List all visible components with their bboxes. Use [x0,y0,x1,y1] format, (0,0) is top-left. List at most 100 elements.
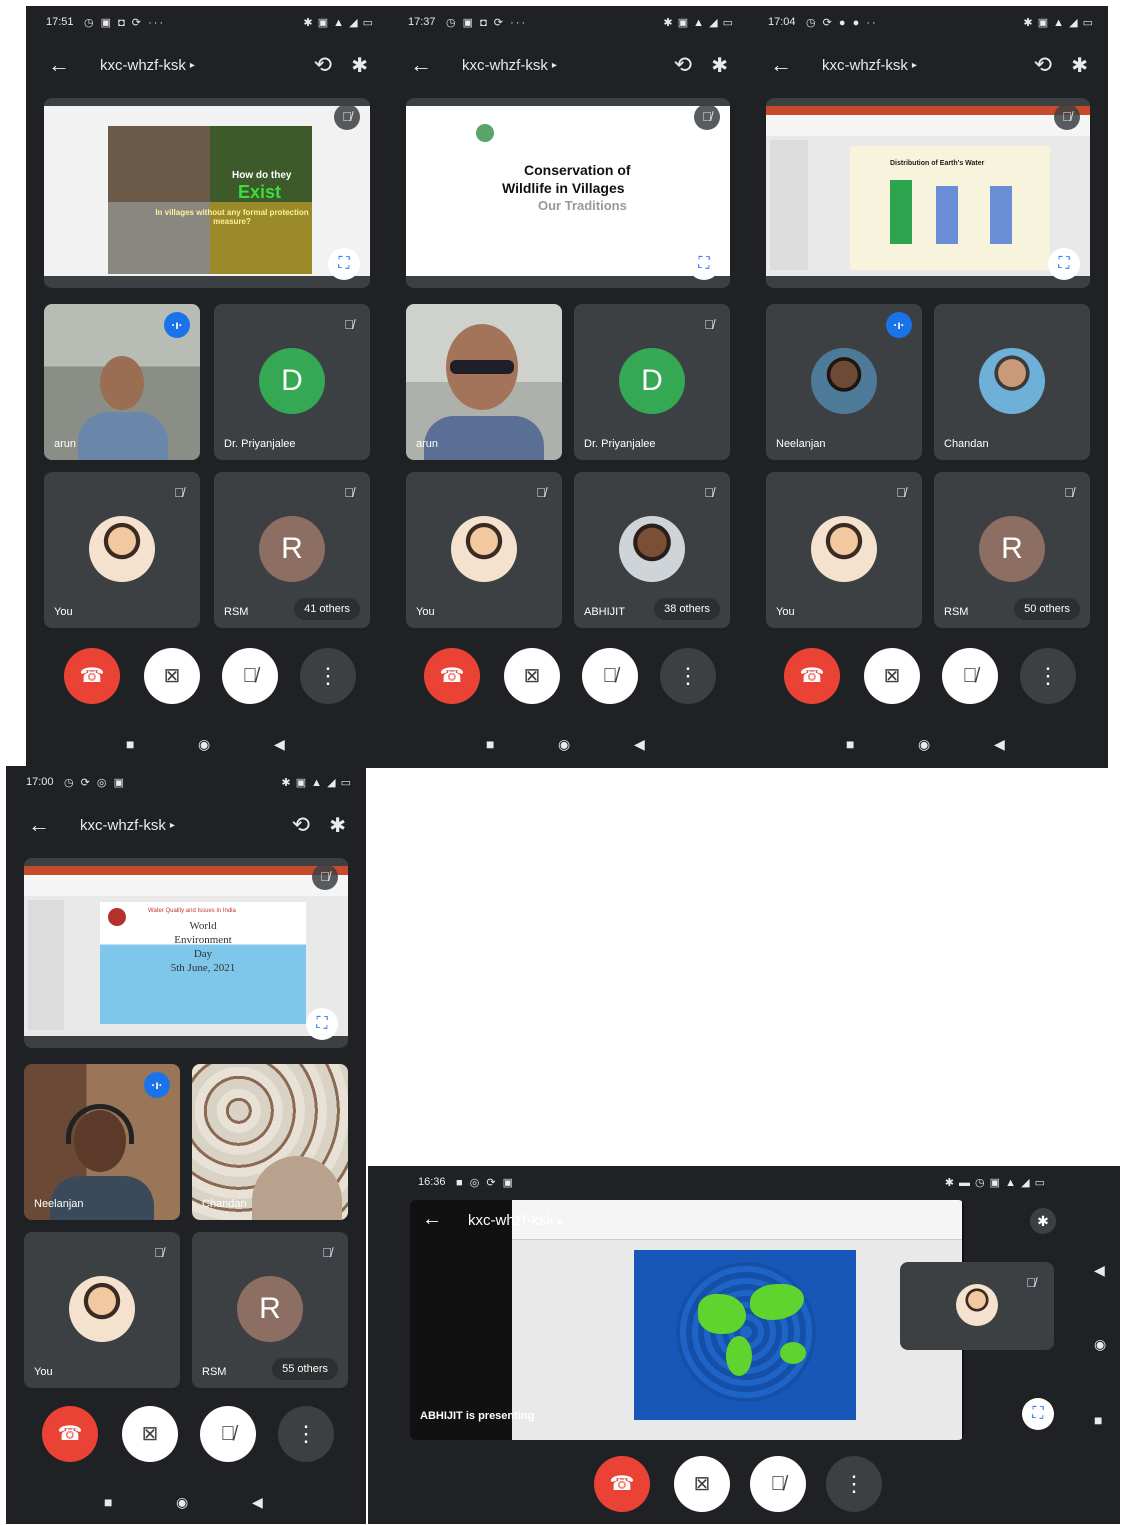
arrow-left-icon[interactable]: ← [410,52,432,78]
meeting-code[interactable]: kxc-whzf-ksk ▸ [468,1212,563,1229]
end-call-button[interactable]: ☎ [42,1406,98,1462]
android-nav-bar: ■ ◉ ◀ [26,730,388,760]
participant-tile[interactable]: arun [406,304,562,460]
participant-tile-self[interactable]: 🎙̸ You [44,472,200,628]
participant-tile[interactable]: Chandan [934,304,1090,460]
android-nav-bar: ■ ◉ ◀ [388,730,748,760]
participant-tile-self[interactable]: 🎙̸ You [766,472,922,628]
mic-off-button[interactable]: 🎙̸ [750,1456,806,1512]
recent-apps-button[interactable]: ■ [104,1494,112,1510]
caret-right-icon: ▸ [557,1217,563,1228]
recent-apps-button[interactable]: ■ [846,736,854,752]
camera-off-button[interactable]: ⊠ [144,648,200,704]
nav-back-button[interactable]: ◀ [634,736,645,753]
fullscreen-icon[interactable]: ⛶ [328,248,360,280]
end-call-button[interactable]: ☎ [784,648,840,704]
others-count-badge[interactable]: 55 others [272,1358,338,1380]
arrow-left-icon[interactable]: ← [28,812,50,838]
call-controls: ☎ ⊠ 🎙̸ ⋮ [388,648,748,708]
fullscreen-exit-icon[interactable]: ⛶ [1022,1398,1054,1430]
camera-flip-icon[interactable]: ⟲ [314,52,332,78]
arrow-left-icon[interactable]: ← [770,52,792,78]
participant-tile-self[interactable]: 🎙̸ [900,1262,1054,1350]
camera-off-button[interactable]: ⊠ [122,1406,178,1462]
more-options-button[interactable]: ⋮ [278,1406,334,1462]
meeting-code[interactable]: kxc-whzf-ksk ▸ [100,57,195,74]
meeting-code[interactable]: kxc-whzf-ksk ▸ [80,817,175,834]
recent-apps-button[interactable]: ■ [486,736,494,752]
mic-off-button[interactable]: 🎙̸ [200,1406,256,1462]
participant-tile[interactable]: Chandan [192,1064,348,1220]
system-status-icons: ✱ ▣ ▲ ◢ ▭ [303,17,374,29]
fullscreen-icon[interactable]: ⛶ [688,248,720,280]
android-nav-bar-vertical: ◀ ◉ ■ [1090,1256,1114,1436]
presentation-slide: Water Quality and Issues in India World … [24,866,348,1036]
camera-flip-icon[interactable]: ⟲ [292,812,310,838]
end-call-button[interactable]: ☎ [424,648,480,704]
presentation-tile[interactable]: How do they Exist In villages without an… [44,98,370,288]
nav-back-button[interactable]: ◀ [1094,1262,1105,1279]
more-options-button[interactable]: ⋮ [300,648,356,704]
recent-apps-button[interactable]: ■ [126,736,134,752]
bluetooth-icon[interactable]: ✱ [329,813,346,838]
end-call-button[interactable]: ☎ [64,648,120,704]
meeting-code[interactable]: kxc-whzf-ksk ▸ [822,57,917,74]
camera-off-button[interactable]: ⊠ [674,1456,730,1512]
presentation-stage[interactable]: ← kxc-whzf-ksk▸ ⟲ ABHIJIT is presenting [410,1200,964,1440]
home-button[interactable]: ◉ [176,1494,188,1511]
slide-logo [476,124,494,142]
participant-tile[interactable]: ·ı· Neelanjan [766,304,922,460]
participant-name: You [416,606,435,618]
more-options-button[interactable]: ⋮ [826,1456,882,1512]
participant-tile[interactable]: 🎙̸ R RSM 55 others [192,1232,348,1388]
participant-video [406,304,562,460]
nav-back-button[interactable]: ◀ [252,1494,263,1511]
avatar [979,348,1045,414]
screen-5-landscape: 16:36 ■ ◎ ⟳ ▣ ✱ ▬ ◷ ▣ ▲ ◢ ▭ ← kxc-whzf-k… [368,1166,1120,1524]
participant-tile[interactable]: ·ı· arun [44,304,200,460]
meeting-code[interactable]: kxc-whzf-ksk ▸ [462,57,557,74]
arrow-left-icon[interactable]: ← [422,1208,442,1231]
presentation-tile[interactable]: Conservation of Wildlife in Villages Our… [406,98,730,288]
arrow-left-icon[interactable]: ← [48,52,70,78]
nav-back-button[interactable]: ◀ [994,736,1005,753]
presentation-tile[interactable]: Water Quality and Issues in India World … [24,858,348,1048]
status-bar: 17:37 ◷ ▣ ◘ ⟳ ··· ✱ ▣ ▲ ◢ ▭ [388,6,748,42]
nav-back-button[interactable]: ◀ [274,736,285,753]
bluetooth-icon[interactable]: ✱ [1071,53,1088,78]
mic-off-button[interactable]: 🎙̸ [582,648,638,704]
home-button[interactable]: ◉ [558,736,570,753]
camera-flip-icon[interactable]: ⟲ [1034,52,1052,78]
ppt-ribbon [24,866,348,896]
mic-off-button[interactable]: 🎙̸ [222,648,278,704]
fullscreen-icon[interactable]: ⛶ [1048,248,1080,280]
presentation-tile[interactable]: Distribution of Earth's Water 🎙̸ ⛶ [766,98,1090,288]
participant-tile[interactable]: 🎙̸ D Dr. Priyanjalee [574,304,730,460]
chart-bar-blue-1 [936,186,958,244]
more-options-button[interactable]: ⋮ [1020,648,1076,704]
end-call-button[interactable]: ☎ [594,1456,650,1512]
fullscreen-icon[interactable]: ⛶ [306,1008,338,1040]
camera-off-button[interactable]: ⊠ [504,648,560,704]
participant-tile[interactable]: 🎙̸ R RSM 41 others [214,472,370,628]
home-button[interactable]: ◉ [1094,1336,1106,1353]
camera-off-button[interactable]: ⊠ [864,648,920,704]
participant-tile-self[interactable]: 🎙̸ You [24,1232,180,1388]
bluetooth-icon[interactable]: ✱ [351,53,368,78]
participant-tile[interactable]: 🎙̸ R RSM 50 others [934,472,1090,628]
participant-tile[interactable]: 🎙̸ D Dr. Priyanjalee [214,304,370,460]
home-button[interactable]: ◉ [918,736,930,753]
recent-apps-button[interactable]: ■ [1094,1412,1102,1428]
others-count-badge[interactable]: 50 others [1014,598,1080,620]
camera-flip-icon[interactable]: ⟲ [674,52,692,78]
more-options-button[interactable]: ⋮ [660,648,716,704]
mic-off-button[interactable]: 🎙̸ [942,648,998,704]
participant-tile[interactable]: 🎙̸ ABHIJIT 38 others [574,472,730,628]
home-button[interactable]: ◉ [198,736,210,753]
bluetooth-icon[interactable]: ✱ [711,53,728,78]
bluetooth-icon[interactable]: ✱ [1030,1208,1056,1234]
others-count-badge[interactable]: 41 others [294,598,360,620]
others-count-badge[interactable]: 38 others [654,598,720,620]
participant-tile[interactable]: ·ı· Neelanjan [24,1064,180,1220]
participant-tile-self[interactable]: 🎙̸ You [406,472,562,628]
